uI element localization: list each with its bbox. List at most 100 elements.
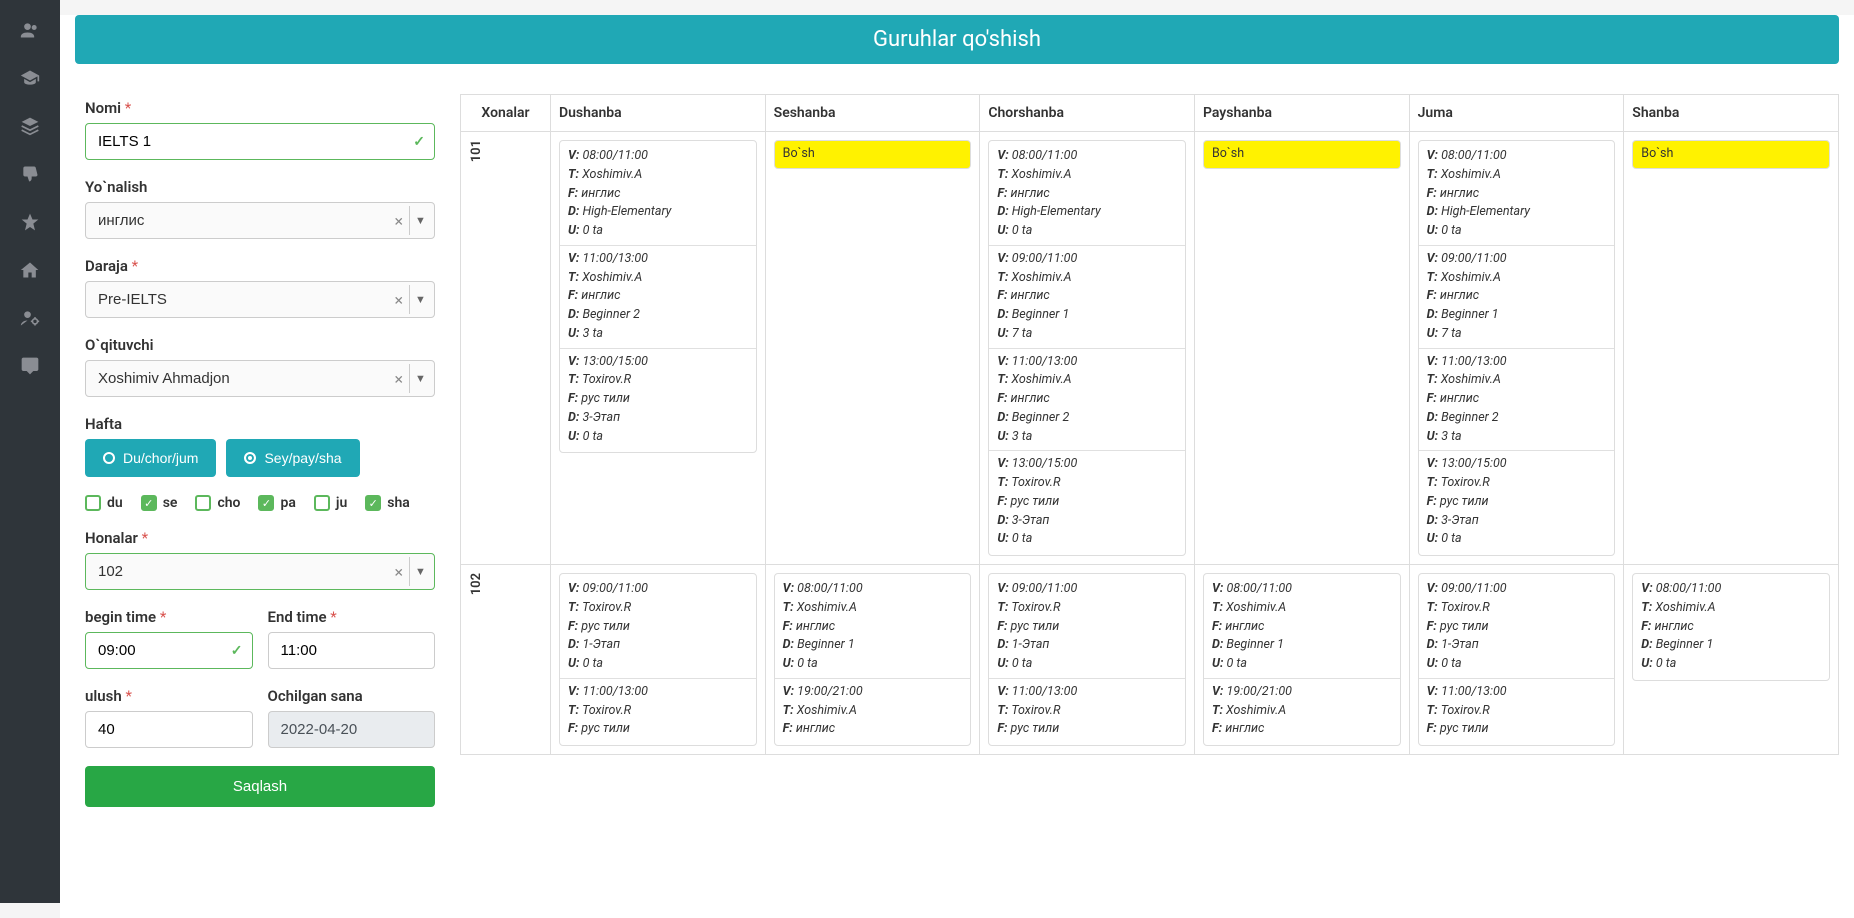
checkbox-icon	[314, 495, 330, 511]
sidebar	[0, 0, 60, 903]
slot-line: V: 09:00/11:00	[1427, 250, 1607, 269]
end-time-input[interactable]	[268, 632, 436, 669]
radio-duchorjum[interactable]: Du/chor/jum	[85, 439, 216, 477]
slot-line: U: 0 ta	[997, 655, 1177, 674]
schedule-slot: V: 08:00/11:00T: Xoshimiv.AF: инглисD: H…	[1418, 140, 1616, 556]
slot-line: V: 11:00/13:00	[1427, 683, 1607, 702]
sidebar-star[interactable]	[10, 202, 50, 242]
slot-line: D: 1-Этап	[568, 636, 748, 655]
ochilgan-input[interactable]	[268, 711, 436, 748]
slot-line: V: 13:00/15:00	[997, 455, 1177, 474]
label-honalar: Honalar *	[85, 529, 435, 547]
daraja-select[interactable]	[85, 281, 435, 318]
day-label: cho	[217, 495, 240, 511]
checkbox-icon: ✓	[141, 495, 157, 511]
day-check-pa[interactable]: ✓pa	[258, 495, 295, 511]
slot-line: V: 11:00/13:00	[1427, 353, 1607, 372]
slot-line: F: рус тили	[1427, 618, 1607, 637]
sidebar-thumbsdown[interactable]	[10, 154, 50, 194]
slot-line: F: инглис	[997, 287, 1177, 306]
sidebar-users[interactable]	[10, 10, 50, 50]
sidebar-layers[interactable]	[10, 106, 50, 146]
slot-line: F: рус тили	[568, 390, 748, 409]
schedule-cell: Bo`sh	[765, 132, 980, 565]
slot-line: V: 09:00/11:00	[997, 580, 1177, 599]
schedule-header: Xonalar	[461, 95, 551, 132]
caret-icon[interactable]: ▼	[409, 285, 431, 314]
schedule-cell: V: 08:00/11:00T: Xoshimiv.AF: инглисD: H…	[980, 132, 1195, 565]
label-daraja: Daraja *	[85, 257, 435, 275]
save-button[interactable]: Saqlash	[85, 766, 435, 807]
schedule-cell: V: 08:00/11:00T: Xoshimiv.AF: инглисD: B…	[1624, 565, 1839, 755]
ulush-input[interactable]	[85, 711, 253, 748]
slot-line: D: 3-Этап	[1427, 512, 1607, 531]
slot-line: T: Toxirov.R	[997, 474, 1177, 493]
slot-line: T: Xoshimiv.A	[997, 166, 1177, 185]
yonalish-select[interactable]	[85, 202, 435, 239]
slot-line: T: Toxirov.R	[568, 599, 748, 618]
label-end: End time *	[268, 608, 436, 626]
honalar-select[interactable]	[85, 553, 435, 590]
schedule-slot: V: 09:00/11:00 T: Toxirov.R F: рус тилиD: …	[988, 573, 1186, 746]
clear-icon[interactable]: ×	[394, 562, 403, 581]
slot-line: U: 3 ta	[997, 428, 1177, 447]
slot-line: V: 19:00/21:00	[783, 683, 963, 702]
slot-line: U: 0 ta	[997, 222, 1177, 241]
oqituvchi-select[interactable]	[85, 360, 435, 397]
slot-line: T: Xoshimiv.A	[1427, 166, 1607, 185]
clear-icon[interactable]: ×	[394, 211, 403, 230]
schedule-cell: Bo`sh	[1624, 132, 1839, 565]
slot-line: T: Xoshimiv.A	[783, 599, 963, 618]
schedule-slot: V: 09:00/11:00T: Toxirov.RF: рус тилиD: …	[559, 573, 757, 746]
checkbox-icon: ✓	[365, 495, 381, 511]
slot-line: V: 19:00/21:00	[1212, 683, 1392, 702]
sidebar-home[interactable]	[10, 250, 50, 290]
label-hafta: Hafta	[85, 415, 435, 433]
sidebar-graduation[interactable]	[10, 58, 50, 98]
label-begin: begin time *	[85, 608, 253, 626]
page-title: Guruhlar qo'shish	[75, 15, 1839, 64]
slot-line: D: High-Elementary	[568, 203, 748, 222]
caret-icon[interactable]: ▼	[409, 206, 431, 235]
slot-line: T: Xoshimiv.A	[568, 269, 748, 288]
slot-line: V: 09:00/11:00	[1427, 580, 1607, 599]
slot-line: F: инглис	[1641, 618, 1821, 637]
day-check-se[interactable]: ✓se	[141, 495, 178, 511]
slot-line: F: рус тили	[997, 493, 1177, 512]
slot-line: D: 1-Этап	[997, 636, 1177, 655]
day-check-ju[interactable]: ju	[314, 495, 347, 511]
slot-line: F: рус тили	[997, 618, 1177, 637]
day-check-du[interactable]: du	[85, 495, 123, 511]
schedule-header: Chorshanba	[980, 95, 1195, 132]
caret-icon[interactable]: ▼	[409, 557, 431, 586]
slot-line: D: High-Elementary	[1427, 203, 1607, 222]
slot-line: F: рус тили	[568, 720, 748, 739]
schedule-slot: V: 08:00/11:00T: Xoshimiv.AF: инглисD: B…	[774, 573, 972, 746]
slot-line: V: 11:00/13:00	[997, 353, 1177, 372]
empty-slot: Bo`sh	[774, 140, 972, 169]
slot-line: T: Xoshimiv.A	[997, 371, 1177, 390]
slot-line: U: 0 ta	[997, 530, 1177, 549]
slot-line: T: Xoshimiv.A	[783, 702, 963, 721]
clear-icon[interactable]: ×	[394, 369, 403, 388]
caret-icon[interactable]: ▼	[409, 364, 431, 393]
schedule-table: XonalarDushanbaSeshanbaChorshanbaPayshan…	[460, 94, 1839, 755]
slot-line: V: 13:00/15:00	[568, 353, 748, 372]
day-label: du	[107, 495, 123, 511]
day-check-sha[interactable]: ✓sha	[365, 495, 410, 511]
begin-time-input[interactable]	[85, 632, 253, 669]
slot-line: T: Toxirov.R	[997, 702, 1177, 721]
slot-line: U: 0 ta	[568, 222, 748, 241]
nomi-input[interactable]	[85, 123, 435, 160]
clear-icon[interactable]: ×	[394, 290, 403, 309]
sidebar-comments[interactable]	[10, 346, 50, 386]
day-label: ju	[336, 495, 347, 511]
day-check-cho[interactable]: cho	[195, 495, 240, 511]
sidebar-usercog[interactable]	[10, 298, 50, 338]
slot-line: F: инглис	[1212, 618, 1392, 637]
slot-line: V: 08:00/11:00	[1641, 580, 1821, 599]
slot-line: D: Beginner 2	[1427, 409, 1607, 428]
slot-line: V: 08:00/11:00	[783, 580, 963, 599]
check-icon: ✓	[231, 643, 243, 659]
radio-seypaysha[interactable]: Sey/pay/sha	[226, 439, 359, 477]
